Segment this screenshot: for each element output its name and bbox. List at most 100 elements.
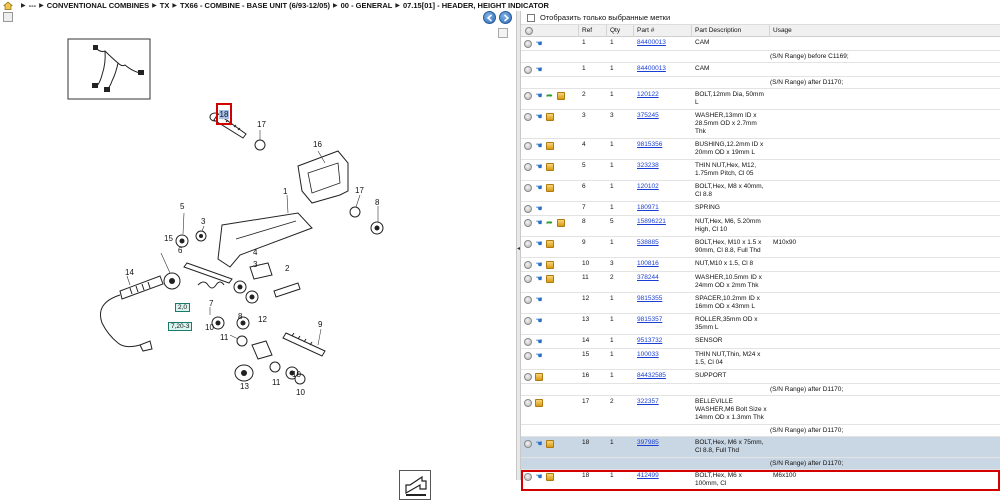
search-icon[interactable]	[524, 66, 532, 74]
select-all-icon[interactable]	[525, 26, 533, 35]
header-usage[interactable]: Usage	[770, 25, 1000, 37]
table-row[interactable]: ☚ ➦ 2 1 120122 BOLT,12mm Dia, 50mm L	[521, 89, 1000, 110]
search-icon[interactable]	[524, 205, 532, 213]
hand-pointer-icon[interactable]: ☚	[535, 275, 543, 283]
cell-part-number[interactable]: 84432585	[634, 370, 692, 383]
package-icon[interactable]	[546, 142, 554, 150]
highlighted-callout-18[interactable]: 18	[216, 103, 232, 125]
package-icon[interactable]	[557, 92, 565, 100]
table-row[interactable]: ☚ ➦ 8 5 15896221 NUT,Hex, M6, 5.20mm High, Cl…	[521, 216, 1000, 237]
table-row[interactable]: ☚ 18 1 412499 BOLT,Hex, M6 x 100mm, Cl M6x100	[521, 470, 1000, 491]
table-row[interactable]: ☚ 7 1 180971 SPRING	[521, 202, 1000, 216]
breadcrumb-item[interactable]: TX	[160, 1, 170, 10]
breadcrumb-item[interactable]: 00 - GENERAL	[341, 1, 393, 10]
hand-pointer-icon[interactable]: ☚	[535, 205, 543, 213]
package-icon[interactable]	[546, 240, 554, 248]
search-icon[interactable]	[524, 184, 532, 192]
cell-part-number[interactable]: 100033	[634, 349, 692, 369]
table-row[interactable]: ☚ 10 3 100816 NUT,M10 x 1.5, Cl 8	[521, 258, 1000, 272]
breadcrumb-item[interactable]: TX66 - COMBINE - BASE UNIT (6/93-12/05)	[180, 1, 330, 10]
table-row[interactable]: 16 1 84432585 SUPPORT	[521, 370, 1000, 384]
collapse-handle-icon[interactable]: ◂	[517, 245, 520, 253]
breadcrumb-item[interactable]: ---	[29, 1, 37, 10]
print-icon[interactable]	[3, 12, 13, 22]
cell-part-number[interactable]: 9815355	[634, 293, 692, 313]
search-icon[interactable]	[524, 142, 532, 150]
hand-pointer-icon[interactable]: ☚	[535, 40, 543, 48]
search-icon[interactable]	[524, 373, 532, 381]
cell-part-number[interactable]: 9513732	[634, 335, 692, 348]
table-row[interactable]: ☚ 9 1 538885 BOLT,Hex, M10 x 1.5 x 90mm, Cl …	[521, 237, 1000, 258]
header-desc[interactable]: Part Description	[692, 24, 770, 37]
hand-pointer-icon[interactable]: ☚	[535, 352, 543, 360]
replace-arrow-icon[interactable]: ➦	[546, 219, 554, 227]
hand-pointer-icon[interactable]: ☚	[535, 219, 543, 227]
reference-tag[interactable]: 2,0	[175, 303, 191, 312]
breadcrumb-item[interactable]: CONVENTIONAL COMBINES	[47, 1, 149, 10]
cell-part-number[interactable]: 120122	[634, 89, 692, 109]
table-row[interactable]: ☚ 12 1 9815355 SPACER,10.2mm ID x 16mm OD x …	[521, 293, 1000, 314]
cell-part-number[interactable]: 180971	[634, 202, 692, 215]
hand-pointer-icon[interactable]: ☚	[535, 338, 543, 346]
search-icon[interactable]	[524, 163, 532, 171]
table-row[interactable]: ☚ 1 1 84400013 CAM	[521, 37, 1000, 51]
cell-part-number[interactable]: 15896221	[634, 216, 692, 236]
package-icon[interactable]	[546, 184, 554, 192]
search-icon[interactable]	[524, 113, 532, 121]
search-icon[interactable]	[524, 261, 532, 269]
package-icon[interactable]	[535, 399, 543, 407]
package-icon[interactable]	[546, 163, 554, 171]
search-icon[interactable]	[524, 440, 532, 448]
search-icon[interactable]	[524, 240, 532, 248]
package-icon[interactable]	[546, 113, 554, 121]
show-selected-checkbox[interactable]	[527, 13, 535, 22]
table-row[interactable]: ☚ 11 2 378244 WASHER,10.5mm ID x 24mm OD x 2…	[521, 272, 1000, 293]
table-row[interactable]: ☚ 14 1 9513732 SENSOR	[521, 335, 1000, 349]
search-icon[interactable]	[524, 275, 532, 283]
cell-part-number[interactable]: 84400013	[634, 37, 692, 50]
cell-part-number[interactable]: 9815357	[634, 314, 692, 334]
cell-part-number[interactable]: 412499	[634, 470, 692, 490]
table-row[interactable]: ☚ 13 1 9815357 ROLLER,35mm OD x 35mm L	[521, 314, 1000, 335]
cell-part-number[interactable]: 378244	[634, 272, 692, 292]
table-row[interactable]: 17 2 322357 BELLEVILLE WASHER,M6 Bolt Size …	[521, 396, 1000, 425]
package-icon[interactable]	[557, 219, 565, 227]
search-icon[interactable]	[524, 399, 532, 407]
search-icon[interactable]	[524, 352, 532, 360]
cell-part-number[interactable]: 322357	[634, 396, 692, 424]
home-icon[interactable]	[3, 1, 13, 10]
package-icon[interactable]	[546, 275, 554, 283]
cell-part-number[interactable]: 538885	[634, 237, 692, 257]
package-icon[interactable]	[546, 261, 554, 269]
cell-part-number[interactable]: 100816	[634, 258, 692, 271]
cell-part-number[interactable]: 397985	[634, 437, 692, 457]
header-ref[interactable]: Ref	[579, 24, 607, 37]
hand-pointer-icon[interactable]: ☚	[535, 66, 543, 74]
hand-pointer-icon[interactable]: ☚	[535, 113, 543, 121]
replace-arrow-icon[interactable]: ➦	[546, 92, 554, 100]
hand-pointer-icon[interactable]: ☚	[535, 240, 543, 248]
cell-part-number[interactable]: 84400013	[634, 63, 692, 76]
search-icon[interactable]	[524, 40, 532, 48]
hand-pointer-icon[interactable]: ☚	[535, 317, 543, 325]
cell-part-number[interactable]: 375245	[634, 110, 692, 138]
cell-part-number[interactable]: 323238	[634, 160, 692, 180]
hand-pointer-icon[interactable]: ☚	[535, 261, 543, 269]
table-row[interactable]: ☚ 5 1 323238 THIN NUT,Hex, M12, 1.75mm Pitch…	[521, 160, 1000, 181]
cell-part-number[interactable]: 120102	[634, 181, 692, 201]
hand-pointer-icon[interactable]: ☚	[535, 184, 543, 192]
search-icon[interactable]	[524, 338, 532, 346]
hand-pointer-icon[interactable]: ☚	[535, 296, 543, 304]
hand-pointer-icon[interactable]: ☚	[535, 163, 543, 171]
table-row[interactable]: ☚ 1 1 84400013 CAM	[521, 63, 1000, 77]
package-icon[interactable]	[535, 373, 543, 381]
table-row[interactable]: ☚ 4 1 9815356 BUSHING,12.2mm ID x 20mm OD x …	[521, 139, 1000, 160]
hand-pointer-icon[interactable]: ☚	[535, 92, 543, 100]
header-part[interactable]: Part #	[634, 24, 692, 37]
search-icon[interactable]	[524, 219, 532, 227]
search-icon[interactable]	[524, 296, 532, 304]
cell-part-number[interactable]: 9815356	[634, 139, 692, 159]
package-icon[interactable]	[546, 440, 554, 448]
header-qty[interactable]: Qty	[607, 24, 634, 37]
hand-pointer-icon[interactable]: ☚	[535, 142, 543, 150]
